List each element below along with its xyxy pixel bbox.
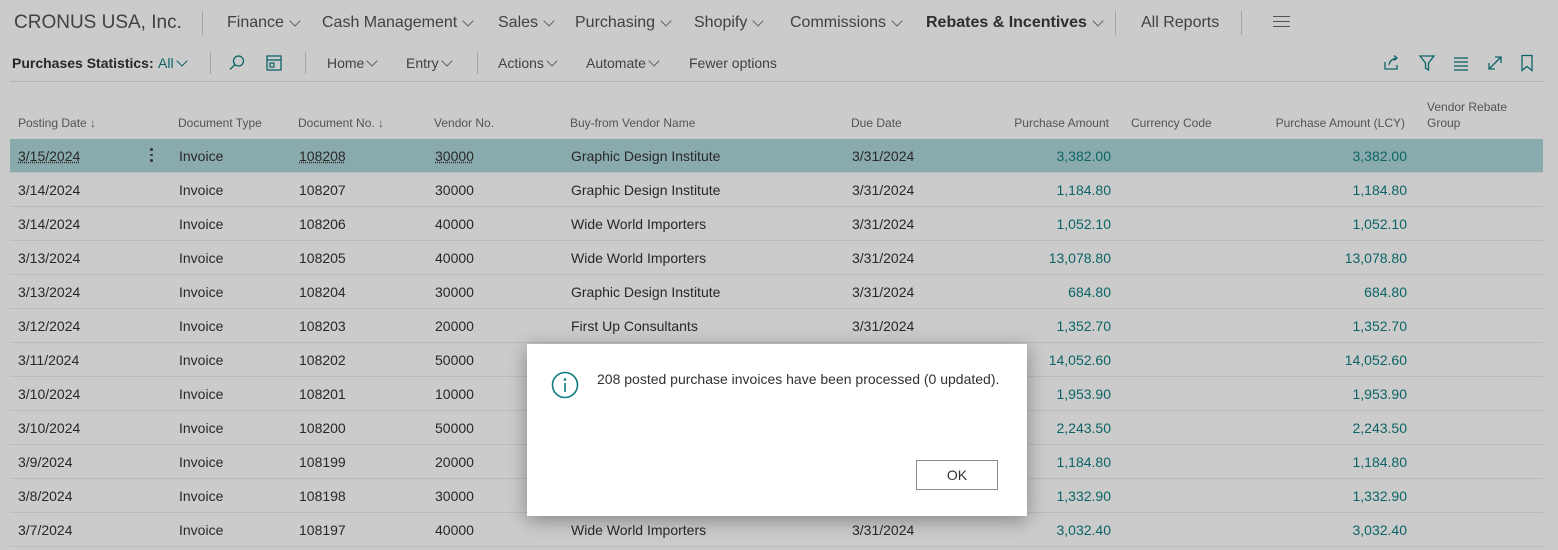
message-dialog: 208 posted purchase invoices have been p…: [527, 344, 1027, 516]
dialog-message: 208 posted purchase invoices have been p…: [597, 371, 1000, 387]
ok-button[interactable]: OK: [916, 460, 998, 490]
info-icon: [551, 371, 579, 399]
